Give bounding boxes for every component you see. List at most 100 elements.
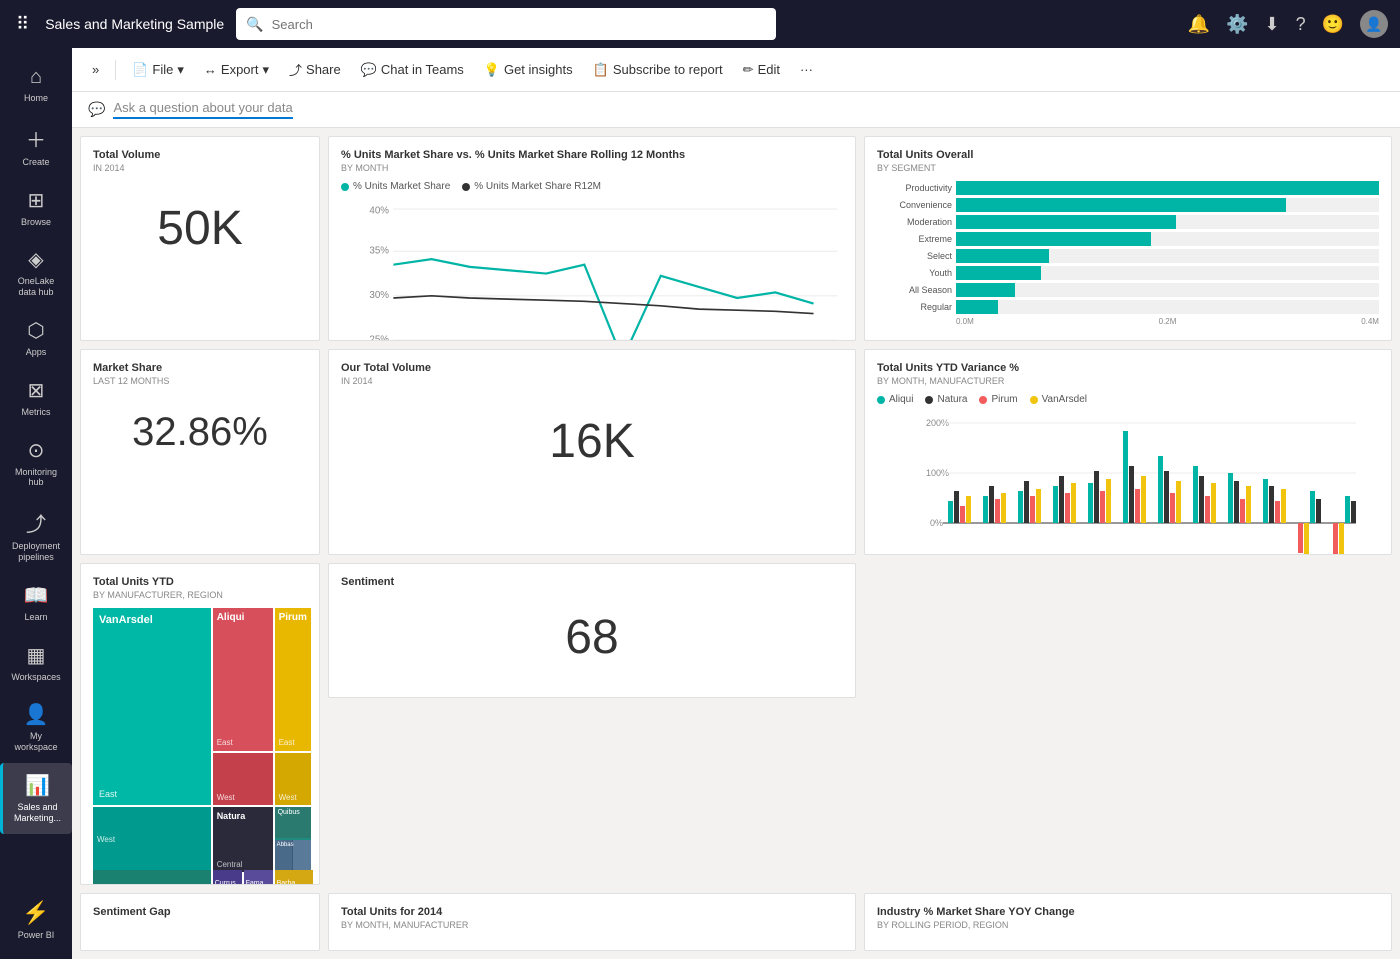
toolbar-separator-1 [115, 60, 116, 80]
sidebar-item-onelake[interactable]: ◈ OneLakedata hub [0, 237, 72, 308]
sentiment-gap-title: Sentiment Gap [93, 906, 307, 918]
help-icon[interactable]: ? [1296, 14, 1306, 35]
treemap-cell-pirum-east: Pirum East [275, 608, 311, 751]
market-share-subtitle: LAST 12 MONTHS [93, 376, 307, 386]
sentiment-title: Sentiment [341, 576, 843, 588]
treemap-row2: NaturaEast Currus Fama West Barba Leo Sa… [93, 870, 307, 885]
sidebar-item-monitoring[interactable]: ⊙ Monitoringhub [0, 428, 72, 499]
export-button[interactable]: ↔ Export ▾ [196, 58, 277, 82]
toolbar: » 📄 File ▾ ↔ Export ▾ ⤴ Share 💬 Chat in … [72, 48, 1400, 92]
create-icon: ＋ [26, 124, 46, 153]
treemap-cell-vanarsdel-east: VanArsdel East [93, 608, 211, 805]
card-sentiment-gap[interactable]: Sentiment Gap [80, 893, 320, 951]
teams-icon: 💬 [361, 62, 377, 78]
monitoring-icon: ⊙ [28, 438, 45, 463]
vbar-chart-svg: 200% 100% 0% -100% [877, 411, 1379, 554]
workspaces-icon: ▦ [27, 643, 46, 668]
powerbi-icon: ⚡ [22, 900, 49, 926]
file-chevron-icon: ▾ [177, 62, 184, 78]
hbar-row-convenience: Convenience [877, 198, 1379, 212]
qa-bar[interactable]: 💬 Ask a question about your data [72, 92, 1400, 128]
top-nav: ⠿ Sales and Marketing Sample 🔍 🔔 ⚙️ ⬇ ? … [0, 0, 1400, 48]
card-ytd-variance[interactable]: Total Units YTD Variance % BY MONTH, MAN… [864, 349, 1392, 554]
sidebar-item-salesmarketing[interactable]: 📊 Sales andMarketing... [0, 763, 72, 834]
edit-icon: ✏ [743, 62, 754, 78]
ytd-variance-title: Total Units YTD Variance % [877, 362, 1379, 374]
emoji-icon[interactable]: 🙂 [1322, 14, 1344, 35]
hbar-row-moderation: Moderation [877, 215, 1379, 229]
our-total-volume-value: 16K [341, 394, 843, 489]
units-market-share-subtitle: BY MONTH [341, 163, 843, 173]
treemap-cell-pirum-west: West [275, 753, 311, 805]
hbar-row-productivity: Productivity [877, 181, 1379, 195]
card-sentiment[interactable]: Sentiment 68 [328, 563, 856, 698]
card-industry-market-share[interactable]: Industry % Market Share YOY Change BY RO… [864, 893, 1392, 951]
market-share-value: 32.86% [93, 394, 307, 471]
card-total-volume[interactable]: Total Volume IN 2014 50K [80, 136, 320, 341]
sentiment-value: 68 [341, 590, 843, 685]
card-market-share[interactable]: Market Share LAST 12 MONTHS 32.86% [80, 349, 320, 554]
total-units-2014-title: Total Units for 2014 [341, 906, 843, 918]
units-market-share-title: % Units Market Share vs. % Units Market … [341, 149, 843, 161]
sidebar-item-powerbi[interactable]: ⚡ Power BI [0, 890, 72, 951]
svg-text:25%: 25% [369, 334, 389, 341]
app-title: Sales and Marketing Sample [45, 16, 224, 32]
subscribe-button[interactable]: 📋 Subscribe to report [585, 58, 731, 82]
sidebar-item-metrics[interactable]: ⊠ Metrics [0, 368, 72, 428]
sidebar-item-home[interactable]: ⌂ Home [0, 56, 72, 114]
share-icon: ⤴ [289, 60, 302, 79]
profile-icon[interactable]: 👤 [1360, 10, 1388, 38]
sidebar-item-apps[interactable]: ⬡ Apps [0, 308, 72, 368]
share-button[interactable]: ⤴ Share [281, 56, 349, 83]
sidebar-item-learn[interactable]: 📖 Learn [0, 573, 72, 633]
card-our-total-volume[interactable]: Our Total Volume IN 2014 16K [328, 349, 856, 554]
our-total-volume-title: Our Total Volume [341, 362, 843, 374]
collapse-button[interactable]: » [84, 58, 107, 81]
treemap-cell-aliqui-west: West [213, 753, 273, 805]
treemap-cell-right: Barba Leo Salvus [275, 870, 311, 885]
notification-icon[interactable]: 🔔 [1188, 14, 1210, 35]
chat-in-teams-button[interactable]: 💬 Chat in Teams [353, 58, 472, 82]
hbar-row-regular: Regular [877, 300, 1379, 314]
get-insights-button[interactable]: 💡 Get insights [476, 58, 581, 82]
ytd-variance-legend: Aliqui Natura Pirum VanArsdel [877, 394, 1379, 405]
settings-icon[interactable]: ⚙️ [1226, 14, 1248, 35]
total-units-ytd-subtitle: BY MANUFACTURER, REGION [93, 590, 307, 600]
hbar-x-axis: 0.0M0.2M0.4M [956, 317, 1379, 326]
file-button[interactable]: 📄 File ▾ [124, 58, 192, 82]
more-button[interactable]: ··· [792, 58, 821, 81]
myworkspace-icon: 👤 [24, 702, 49, 727]
hbar-row-youth: Youth [877, 266, 1379, 280]
search-input[interactable] [272, 17, 767, 32]
card-total-units-2014[interactable]: Total Units for 2014 BY MONTH, MANUFACTU… [328, 893, 856, 951]
our-total-volume-subtitle: IN 2014 [341, 376, 843, 386]
total-units-ytd-title: Total Units YTD [93, 576, 307, 588]
sidebar-item-workspaces[interactable]: ▦ Workspaces [0, 633, 72, 693]
nav-icons: 🔔 ⚙️ ⬇ ? 🙂 👤 [1188, 10, 1388, 38]
sidebar-item-browse[interactable]: ⊞ Browse [0, 178, 72, 238]
total-units-overall-title: Total Units Overall [877, 149, 1379, 161]
export-chevron-icon: ▾ [262, 62, 269, 78]
edit-button[interactable]: ✏ Edit [735, 58, 788, 82]
download-icon[interactable]: ⬇ [1264, 14, 1279, 35]
card-total-units-ytd[interactable]: Total Units YTD BY MANUFACTURER, REGION … [80, 563, 320, 885]
qa-text[interactable]: Ask a question about your data [113, 100, 292, 119]
waffle-icon[interactable]: ⠿ [12, 10, 33, 39]
card-units-market-share[interactable]: % Units Market Share vs. % Units Market … [328, 136, 856, 341]
svg-text:40%: 40% [369, 205, 389, 216]
sidebar-item-myworkspace[interactable]: 👤 Myworkspace [0, 692, 72, 763]
card-total-units-overall[interactable]: Total Units Overall BY SEGMENT Productiv… [864, 136, 1392, 341]
hbar-row-allseason: All Season [877, 283, 1379, 297]
onelake-icon: ◈ [28, 247, 43, 272]
sidebar-item-create[interactable]: ＋ Create [0, 114, 72, 178]
industry-market-share-subtitle: BY ROLLING PERIOD, REGION [877, 920, 1379, 930]
treemap-cell-vanarsdel-central: West [93, 807, 211, 872]
dashboard: Total Volume IN 2014 50K % Units Market … [72, 128, 1400, 959]
browse-icon: ⊞ [28, 188, 45, 213]
salesmarketing-icon: 📊 [25, 773, 50, 798]
units-market-share-legend: % Units Market Share % Units Market Shar… [341, 181, 843, 192]
sidebar-item-deployment[interactable]: ⤴ Deploymentpipelines [0, 498, 72, 573]
search-bar: 🔍 [236, 8, 776, 40]
apps-icon: ⬡ [27, 318, 44, 343]
total-units-overall-subtitle: BY SEGMENT [877, 163, 1379, 173]
